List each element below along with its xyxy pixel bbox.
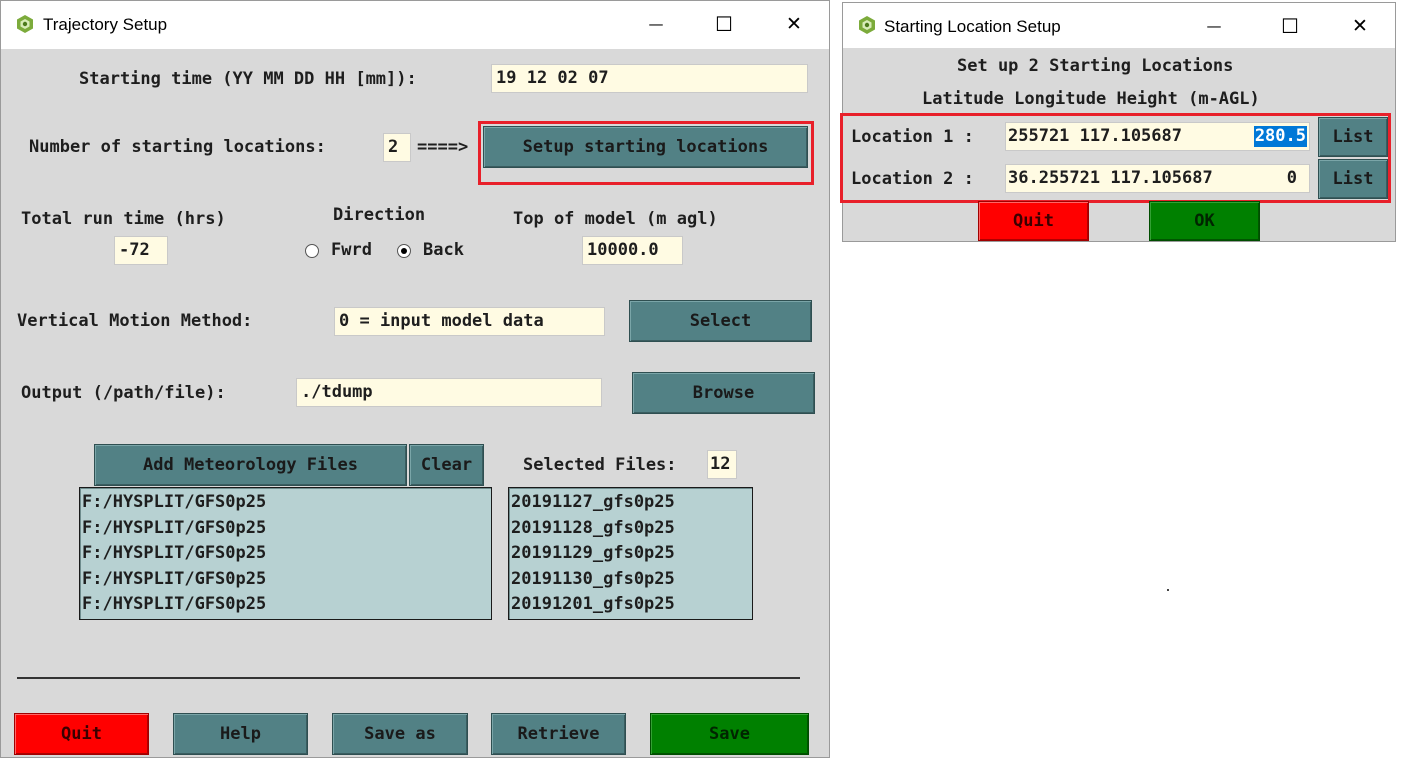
maximize-icon[interactable]: ☐ xyxy=(1267,3,1313,49)
browse-button[interactable]: Browse xyxy=(632,372,815,414)
hysplit-app-icon xyxy=(17,15,33,33)
run-time-input[interactable]: -72 xyxy=(114,236,168,265)
starting-time-label: Starting time (YY MM DD HH [mm]): xyxy=(79,69,417,89)
retrieve-button[interactable]: Retrieve xyxy=(491,713,626,755)
add-meteorology-files-button[interactable]: Add Meteorology Files xyxy=(94,444,407,486)
maximize-icon[interactable]: ☐ xyxy=(701,1,747,47)
separator-line xyxy=(17,677,800,679)
columns-heading: Latitude Longitude Height (m-AGL) xyxy=(922,89,1260,109)
minimize-icon[interactable]: — xyxy=(633,1,679,47)
vertical-motion-label: Vertical Motion Method: xyxy=(17,311,253,331)
num-locations-input[interactable]: 2 xyxy=(383,133,411,162)
location-title-bar[interactable]: Starting Location Setup — ☐ ✕ xyxy=(843,3,1395,48)
highlight-box-locations xyxy=(840,113,1391,203)
clear-button[interactable]: Clear xyxy=(409,444,484,486)
met-file-list[interactable]: 20191127_gfs0p25 20191128_gfs0p25 201911… xyxy=(508,487,753,620)
quit-button[interactable]: Quit xyxy=(14,713,149,755)
location-quit-button[interactable]: Quit xyxy=(978,201,1089,241)
radio-fwrd[interactable] xyxy=(305,244,319,258)
list-item[interactable]: 20191201_gfs0p25 xyxy=(511,592,752,618)
list-item[interactable]: F:/HYSPLIT/GFS0p25 xyxy=(82,490,491,516)
output-label: Output (/path/file): xyxy=(21,383,226,403)
locations-heading: Set up 2 Starting Locations xyxy=(957,56,1234,76)
direction-label: Direction xyxy=(333,205,426,225)
window-title: Starting Location Setup xyxy=(884,17,1061,36)
minimize-icon[interactable]: — xyxy=(1191,3,1237,49)
window-title: Trajectory Setup xyxy=(43,15,168,34)
ok-button[interactable]: OK xyxy=(1149,201,1260,241)
fwrd-label[interactable]: Fwrd xyxy=(331,240,372,260)
list-item[interactable]: F:/HYSPLIT/GFS0p25 xyxy=(82,567,491,593)
back-label[interactable]: Back xyxy=(423,240,464,260)
met-directory-list[interactable]: F:/HYSPLIT/GFS0p25 F:/HYSPLIT/GFS0p25 F:… xyxy=(79,487,492,620)
selected-files-label: Selected Files: xyxy=(523,455,677,475)
list-item[interactable]: F:/HYSPLIT/GFS0p25 xyxy=(82,516,491,542)
list-item[interactable]: 20191130_gfs0p25 xyxy=(511,567,752,593)
stray-pixel xyxy=(1167,589,1169,591)
list-item[interactable]: F:/HYSPLIT/GFS0p25 xyxy=(82,592,491,618)
starting-location-setup-window: Starting Location Setup — ☐ ✕ Set up 2 S… xyxy=(840,2,1396,242)
list-item[interactable]: F:/HYSPLIT/GFS0p25 xyxy=(82,541,491,567)
trajectory-title-bar[interactable]: Trajectory Setup — ☐ ✕ xyxy=(1,1,829,49)
selected-files-count: 12 xyxy=(707,450,737,479)
list-item[interactable]: 20191129_gfs0p25 xyxy=(511,541,752,567)
starting-time-input[interactable]: 19 12 02 07 xyxy=(491,64,808,93)
trajectory-setup-window: Trajectory Setup — ☐ ✕ Starting time (YY… xyxy=(0,0,830,758)
save-as-button[interactable]: Save as xyxy=(332,713,468,755)
arrow-label: ====> xyxy=(417,137,469,157)
num-locations-label: Number of starting locations: xyxy=(29,137,326,157)
top-of-model-input[interactable]: 10000.0 xyxy=(582,236,683,265)
top-of-model-label: Top of model (m agl) xyxy=(513,209,718,229)
close-icon[interactable]: ✕ xyxy=(1337,3,1383,49)
output-input[interactable]: ./tdump xyxy=(296,378,602,407)
hysplit-app-icon xyxy=(859,16,875,34)
list-item[interactable]: 20191127_gfs0p25 xyxy=(511,490,752,516)
highlight-box-setup-button xyxy=(478,121,814,185)
run-time-label: Total run time (hrs) xyxy=(21,209,226,229)
select-button[interactable]: Select xyxy=(629,300,812,342)
close-icon[interactable]: ✕ xyxy=(771,1,817,47)
vertical-motion-input[interactable]: 0 = input model data xyxy=(334,307,605,336)
help-button[interactable]: Help xyxy=(173,713,308,755)
save-button[interactable]: Save xyxy=(650,713,809,755)
radio-back[interactable] xyxy=(397,244,411,258)
list-item[interactable]: 20191128_gfs0p25 xyxy=(511,516,752,542)
